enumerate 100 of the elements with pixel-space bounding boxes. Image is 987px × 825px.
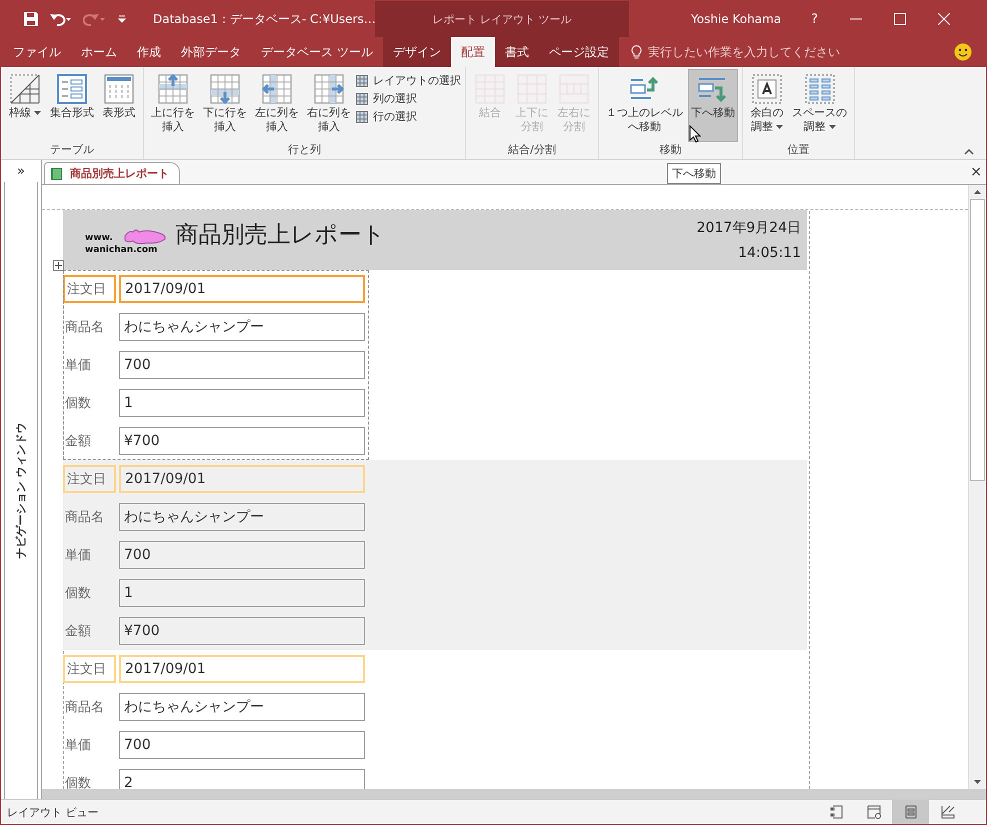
group-label: 移動: [658, 142, 682, 158]
insert-column-left-icon: [261, 74, 293, 104]
collapse-ribbon-icon[interactable]: [964, 149, 974, 155]
lightbulb-icon: [630, 44, 642, 60]
stacked-layout-icon: [57, 74, 87, 104]
group-label: 行と列: [287, 142, 322, 158]
group-label: 位置: [786, 142, 810, 158]
group-label: 結合/分割: [507, 142, 557, 158]
group-label: テーブル: [49, 142, 95, 158]
text-box[interactable]: 700: [119, 351, 365, 379]
text-box[interactable]: 2017/09/01: [119, 465, 365, 493]
print-preview-icon: [866, 804, 882, 820]
ribbon-button[interactable]: レイアウトの選択: [356, 73, 461, 88]
ribbon-button[interactable]: 集合形式: [47, 69, 97, 142]
document-tab[interactable]: 商品別売上レポート: [44, 162, 180, 184]
text-box[interactable]: 1: [119, 579, 365, 607]
tooltip: 下へ移動: [667, 163, 721, 184]
ribbon-tab[interactable]: 作成: [127, 37, 171, 67]
context-tool-title: レポート レイアウト ツール: [432, 12, 572, 26]
help-button[interactable]: ?: [811, 12, 818, 26]
field-label[interactable]: 商品名: [63, 503, 116, 531]
logo-text: www.: [85, 232, 114, 244]
field-label[interactable]: 個数: [63, 579, 116, 607]
text-box[interactable]: 2017/09/01: [119, 275, 365, 303]
grid-select-icon: [356, 110, 368, 122]
ribbon-button[interactable]: 下へ移動: [688, 69, 738, 142]
crocodile-icon: [123, 227, 168, 247]
text-box[interactable]: 2017/09/01: [119, 655, 365, 683]
field-label[interactable]: 注文日: [63, 465, 116, 493]
text-box[interactable]: ¥700: [119, 427, 365, 455]
move-down-icon: [697, 76, 729, 102]
ribbon-button[interactable]: 行の選択: [356, 109, 461, 124]
text-box[interactable]: ¥700: [119, 617, 365, 645]
field-label[interactable]: 注文日: [63, 275, 116, 303]
field-label[interactable]: 注文日: [63, 655, 116, 683]
ribbon-button[interactable]: スペースの 調整: [789, 69, 850, 142]
ribbon-tab[interactable]: 外部データ: [171, 37, 251, 67]
insert-row-above-icon: [157, 74, 189, 104]
close-document-button[interactable]: ×: [970, 164, 986, 180]
window-title: Database1：データベース- C:¥Users…: [153, 10, 375, 28]
move-up-icon: [628, 76, 660, 102]
text-box[interactable]: わにちゃんシャンプー: [119, 313, 365, 341]
text-box[interactable]: 700: [119, 731, 365, 759]
ribbon-button[interactable]: 列の選択: [356, 91, 461, 106]
user-name[interactable]: Yoshie Kohama: [691, 12, 782, 26]
maximize-icon[interactable]: [894, 13, 906, 25]
field-label[interactable]: 商品名: [63, 313, 116, 341]
save-icon[interactable]: [23, 11, 39, 27]
ribbon-button[interactable]: 上に行を 挿入: [148, 69, 198, 142]
field-label[interactable]: 個数: [63, 769, 116, 789]
field-label[interactable]: 商品名: [63, 693, 116, 721]
undo-icon[interactable]: [49, 11, 73, 27]
ribbon-button[interactable]: 右に列を 挿入: [304, 69, 354, 142]
document-tab-title: 商品別売上レポート: [70, 166, 169, 181]
view-button[interactable]: [892, 800, 929, 824]
scrollbar-thumb[interactable]: [970, 199, 985, 481]
report-date: 2017年9月24日: [696, 219, 801, 237]
text-box[interactable]: わにちゃんシャンプー: [119, 693, 365, 721]
ribbon-button[interactable]: 左に列を 挿入: [252, 69, 302, 142]
smiley-icon[interactable]: [954, 43, 972, 61]
report-icon: [51, 168, 62, 180]
tell-me-field[interactable]: 実行したい作業を入力してください: [646, 44, 910, 60]
field-label[interactable]: 個数: [63, 389, 116, 417]
field-label[interactable]: 金額: [63, 617, 116, 645]
close-icon[interactable]: [938, 13, 950, 25]
insert-column-right-icon: [313, 74, 345, 104]
report-time: 14:05:11: [738, 245, 801, 261]
ribbon-tab[interactable]: 配置: [450, 37, 495, 67]
gridlines-icon: [10, 74, 40, 104]
text-box[interactable]: わにちゃんシャンプー: [119, 503, 365, 531]
spacing-grid-icon: [804, 74, 834, 104]
ribbon-tab[interactable]: ファイル: [1, 37, 71, 67]
ribbon-button[interactable]: １つ上のレベル へ移動: [603, 69, 686, 142]
field-label[interactable]: 金額: [63, 427, 116, 455]
status-text: レイアウト ビュー: [7, 804, 98, 820]
field-label[interactable]: 単価: [63, 731, 116, 759]
grid-select-icon: [356, 74, 368, 86]
report-view-icon: [828, 804, 844, 820]
ribbon-tab[interactable]: データベース ツール: [251, 37, 383, 67]
text-box[interactable]: 1: [119, 389, 365, 417]
ribbon-button[interactable]: 表形式: [99, 69, 139, 142]
customize-toolbar-icon[interactable]: [117, 14, 127, 24]
expand-pane-button[interactable]: »: [1, 160, 41, 182]
design-view-icon: [940, 804, 956, 820]
ribbon-button[interactable]: 下に行を 挿入: [200, 69, 250, 142]
ribbon-tab[interactable]: 書式: [494, 37, 539, 67]
layout-selector-icon[interactable]: [53, 260, 64, 271]
layout-view-icon: [902, 804, 918, 820]
field-label[interactable]: 単価: [63, 541, 116, 569]
ribbon-tab[interactable]: ホーム: [71, 37, 127, 67]
ribbon-button[interactable]: 余白の 調整: [747, 69, 787, 142]
field-label[interactable]: 単価: [63, 351, 116, 379]
logo-text: wanichan.com: [85, 244, 158, 256]
report-title: 商品別売上レポート: [175, 220, 386, 250]
text-box[interactable]: 2: [119, 769, 365, 789]
ribbon-tab[interactable]: ページ設定: [538, 37, 619, 67]
text-box[interactable]: 700: [119, 541, 365, 569]
ribbon-button[interactable]: 枠線: [5, 69, 45, 142]
ribbon-tab[interactable]: デザイン: [382, 37, 451, 67]
navigation-pane-label[interactable]: ナビゲーション ウィンドウ: [14, 422, 28, 558]
